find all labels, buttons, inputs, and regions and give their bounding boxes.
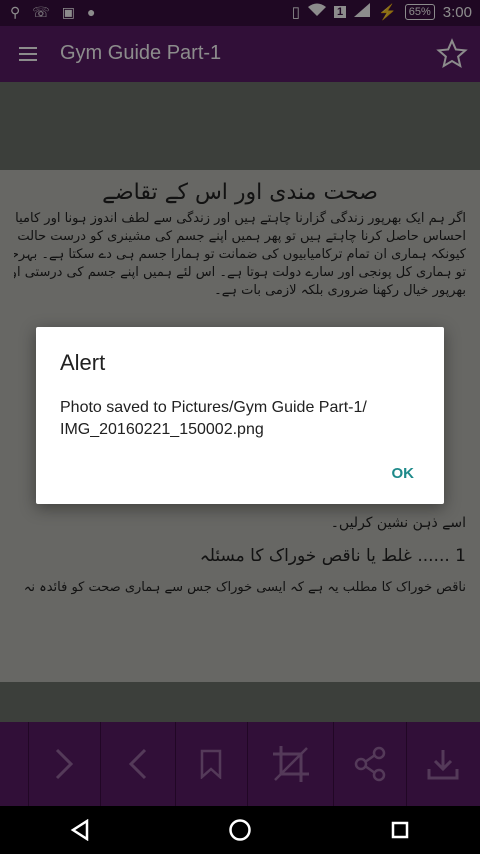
ok-button[interactable]: OK [392,465,415,482]
notification-icons: ⚲ ☏ ▣ ● [10,4,95,21]
navigation-bar [0,806,480,854]
system-icons: ▯ 1 ⚡ 65% 3:00 [292,3,472,21]
menu-icon[interactable] [16,42,40,66]
back-triangle-icon [70,819,89,841]
dialog-title: Alert [60,350,106,375]
star-outline-icon[interactable] [436,38,468,70]
wifi-icon [307,3,326,21]
android-icon: ● [87,4,96,20]
download-button[interactable] [407,722,480,806]
next-button[interactable] [29,722,102,806]
home-circle-icon [229,819,251,841]
status-bar: ⚲ ☏ ▣ ● ▯ 1 ⚡ 65% 3:00 [0,0,480,26]
crop-icon [272,746,309,782]
charging-icon: ⚡ [378,4,397,21]
image-action-bar [0,722,480,806]
recents-button[interactable] [380,810,420,850]
vibrate-icon: ▯ [291,4,300,21]
dialog-message: Photo saved to Pictures/Gym Guide Part-1… [60,399,367,438]
partial-button[interactable] [0,722,29,806]
app-toolbar: Gym Guide Part-1 [0,26,480,82]
crop-button[interactable] [248,722,335,806]
urdu-heading: صحت مندی اور اس کے تقاضے [102,180,378,205]
share-icon [354,746,386,782]
bookmark-button[interactable] [176,722,248,806]
share-button[interactable] [334,722,407,806]
urdu-subheading: 1 ...... غلط یا ناقص خوراک کا مسئلہ [199,546,466,566]
missed-call-icon: ☏ [32,4,50,20]
next-arrow-icon [56,748,74,780]
previous-arrow-icon [128,748,146,780]
clock: 3:00 [442,3,472,21]
recents-square-icon [391,821,409,839]
urdu-line: اسے ذہن نشین کرلیں۔ [330,515,466,531]
alert-dialog: Alert Photo saved to Pictures/Gym Guide … [36,327,444,504]
urdu-paragraph: اگر ہم ایک بھرپور زندگی گزارنا چاہتے ہیں… [14,211,466,298]
page-title: Gym Guide Part-1 [60,42,222,64]
bookmark-icon [200,749,222,779]
home-button[interactable] [220,810,260,850]
back-button[interactable] [60,810,100,850]
sim-icon: 1 [333,6,347,18]
battery-percentage: 65% [404,4,435,20]
signal-icon [354,3,371,21]
download-icon [427,750,459,780]
image-icon: ▣ [61,4,76,20]
previous-button[interactable] [101,722,176,806]
usb-icon: ⚲ [10,4,21,20]
urdu-line: ناقص خوراک کا مطلب یہ ہے کہ ایسی خوراک ج… [23,580,466,595]
